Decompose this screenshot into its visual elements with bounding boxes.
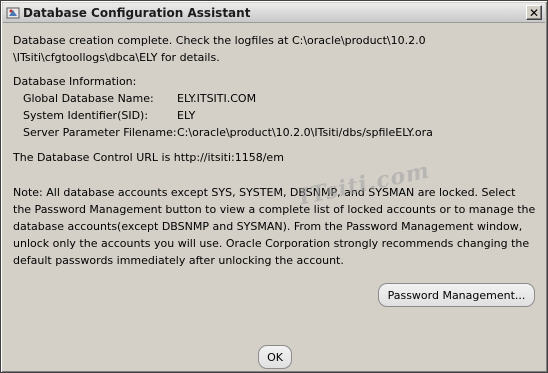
note-line: unlock only the accounts you will use. O…: [13, 237, 530, 250]
info-row-global-db-name: Global Database Name: ELY.ITSITI.COM: [13, 90, 537, 107]
completion-message-line-1: Database creation complete. Check the lo…: [13, 34, 426, 47]
ok-button[interactable]: OK: [258, 345, 292, 369]
note-line: default passwords immediately after unlo…: [13, 254, 344, 267]
note-line: the Password Management button to view a…: [13, 203, 536, 216]
info-value: ELY: [177, 109, 196, 122]
info-label: System Identifier(SID):: [23, 109, 149, 122]
note-line: Note: All database accounts except SYS, …: [13, 186, 516, 199]
control-url-text: The Database Control URL is http://itsit…: [13, 151, 284, 164]
dbca-dialog-window: Database Configuration Assistant ✕ Datab…: [0, 0, 548, 373]
info-value: ELY.ITSITI.COM: [177, 92, 257, 105]
info-row-sid: System Identifier(SID): ELY: [13, 107, 537, 124]
database-info-heading: Database Information:: [13, 75, 137, 88]
password-management-button[interactable]: Password Management...: [378, 283, 535, 307]
message-body: Database creation complete. Check the lo…: [13, 32, 537, 269]
close-icon[interactable]: ✕: [526, 5, 542, 20]
title-bar[interactable]: Database Configuration Assistant ✕: [3, 3, 545, 23]
info-label: Server Parameter Filename:: [23, 126, 177, 139]
info-label: Global Database Name:: [23, 92, 154, 105]
info-value: C:\oracle\product\10.2.0\ITsiti/dbs/spfi…: [177, 126, 433, 139]
oracle-dbca-icon: [6, 6, 20, 20]
completion-message-line-2: \ITsiti\cfgtoollogs\dbca\ELY for details…: [13, 51, 220, 64]
info-row-spfile: Server Parameter Filename: C:\oracle\pro…: [13, 124, 537, 141]
note-line: database accounts(except DBSNMP and SYSM…: [13, 220, 523, 233]
window-title: Database Configuration Assistant: [23, 5, 251, 20]
